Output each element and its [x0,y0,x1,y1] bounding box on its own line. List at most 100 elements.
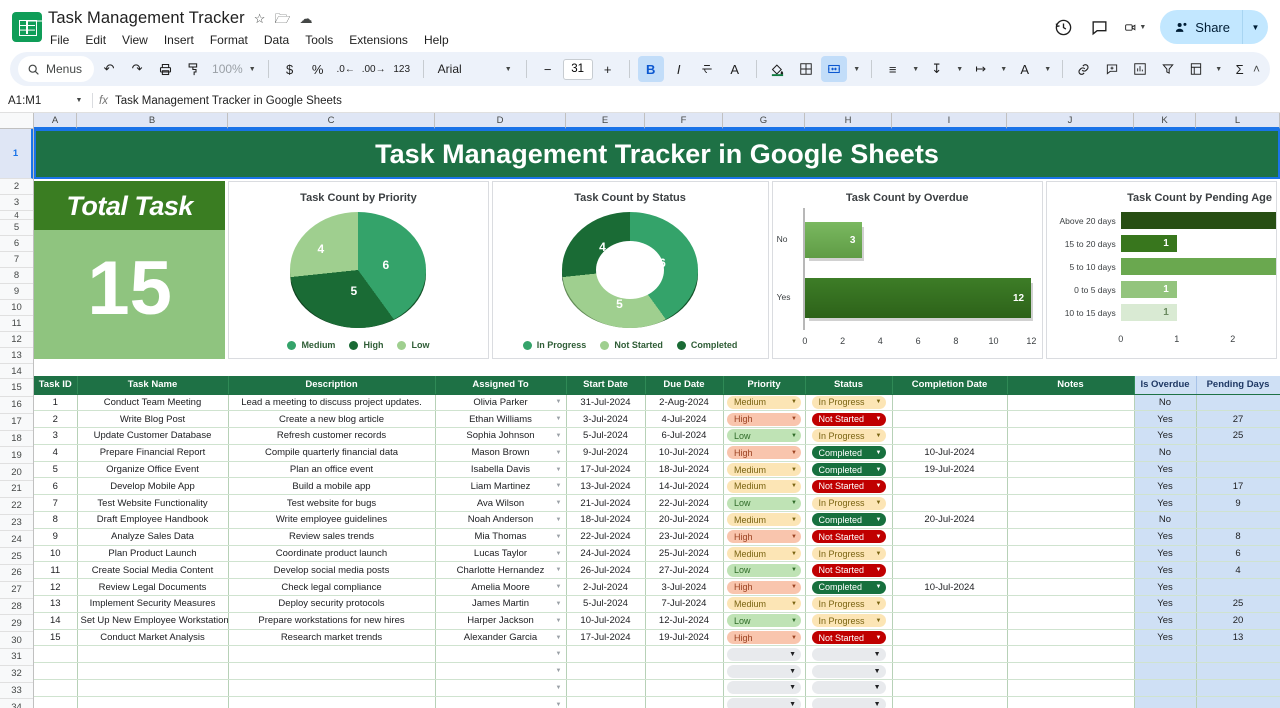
cell-status[interactable]: Not Started ▼ [805,477,893,496]
chevron-down-icon[interactable]: ▼ [789,651,796,658]
cell-description[interactable] [228,679,436,697]
cell-is-overdue[interactable]: Yes [1134,528,1197,546]
cell-due-date[interactable] [645,645,724,664]
chevron-down-icon[interactable]: ▼ [876,500,882,506]
status-chip[interactable]: ▼ [811,681,886,695]
col-pending-days[interactable]: Pending Days [1196,376,1280,395]
priority-chip[interactable]: Low ▼ [727,429,801,443]
cell-pending-days[interactable] [1196,645,1280,664]
chevron-down-icon[interactable]: ▼ [556,668,562,674]
legend-item-not-started[interactable]: Not Started [600,340,663,350]
chevron-down-icon[interactable]: ▼ [876,416,882,422]
row-header-34[interactable]: 34 [0,699,33,708]
cell-notes[interactable] [1007,444,1135,462]
horizontal-align-icon[interactable]: ≡ [880,56,906,82]
chevron-down-icon[interactable]: ▼ [556,433,562,439]
row-header-2[interactable]: 2 [0,179,33,195]
status-chip[interactable]: In Progress ▼ [811,496,886,510]
cell-status[interactable]: In Progress ▼ [805,545,893,563]
cell-task-name[interactable] [77,645,229,664]
chevron-down-icon[interactable]: ▼ [791,635,797,641]
row-header-6[interactable]: 6 [0,236,33,252]
cell-start-date[interactable]: 3-Jul-2024 [566,410,646,429]
chevron-down-icon[interactable]: ▼ [791,500,797,506]
cell-is-overdue[interactable]: Yes [1134,410,1197,429]
col-completion-date[interactable]: Completion Date [892,376,1008,395]
cell-notes[interactable] [1007,427,1135,445]
cell-task-name[interactable]: Conduct Market Analysis [77,629,229,647]
chevron-down-icon[interactable]: ▼ [791,416,797,422]
cell-is-overdue[interactable] [1134,696,1197,708]
cell-pending-days[interactable]: 9 [1196,494,1280,513]
chevron-down-icon[interactable]: ▼ [791,567,797,573]
cell-completion-date[interactable] [892,696,1008,708]
legend-item-low[interactable]: Low [397,340,429,350]
functions-caret-icon[interactable]: ▼ [1211,56,1225,82]
cell-assigned-to[interactable]: Amelia Moore ▼ [435,578,567,597]
cell-task-name[interactable]: Implement Security Measures [77,595,229,613]
cell-description[interactable]: Check legal compliance [228,578,436,597]
menu-item-format[interactable]: Format [208,31,250,49]
status-chip[interactable]: Not Started ▼ [811,530,886,544]
cell-description[interactable] [228,696,436,708]
priority-chip[interactable]: High ▼ [727,412,801,426]
cell-assigned-to[interactable]: Ava Wilson ▼ [435,494,567,513]
print-icon[interactable] [152,56,178,82]
row-header-30[interactable]: 30 [0,632,33,649]
cell-completion-date[interactable] [892,645,1008,664]
cell-description[interactable]: Lead a meeting to discuss project update… [228,394,436,412]
chevron-down-icon[interactable]: ▼ [876,433,882,439]
increase-decimal-icon[interactable]: .00→ [361,56,387,82]
cell-notes[interactable] [1007,578,1135,597]
cell-priority[interactable]: High ▼ [723,629,806,647]
cell-status[interactable]: Completed ▼ [805,461,893,479]
italic-icon[interactable]: I [666,56,692,82]
cell-task-name[interactable]: Create Social Media Content [77,561,229,580]
cell-priority[interactable]: Medium ▼ [723,511,806,529]
chevron-down-icon[interactable]: ▼ [791,551,797,557]
row-header-20[interactable]: 20 [0,464,33,481]
cell-task-name[interactable] [77,696,229,708]
row-header-26[interactable]: 26 [0,564,33,582]
percent-icon[interactable]: % [305,56,331,82]
undo-icon[interactable]: ↶ [96,56,122,82]
menu-item-view[interactable]: View [120,31,150,49]
cell-completion-date[interactable] [892,679,1008,697]
cell-start-date[interactable]: 22-Jul-2024 [566,528,646,546]
cell-task-id[interactable]: 4 [34,444,78,462]
cell-description[interactable]: Review sales trends [228,528,436,546]
halign-caret-icon[interactable]: ▼ [908,56,922,82]
cell-notes[interactable] [1007,477,1135,496]
cell-completion-date[interactable] [892,662,1008,681]
cell-completion-date[interactable]: 10-Jul-2024 [892,578,1008,597]
cell-task-id[interactable]: 9 [34,528,78,546]
cell-due-date[interactable]: 14-Jul-2024 [645,477,724,496]
chevron-down-icon[interactable]: ▼ [791,517,797,523]
cell-description[interactable] [228,662,436,681]
cell-is-overdue[interactable]: Yes [1134,612,1197,630]
sum-icon[interactable]: Σ [1227,56,1253,82]
cell-priority[interactable]: Medium ▼ [723,394,806,412]
chevron-down-icon[interactable]: ▼ [556,483,562,489]
priority-chip[interactable]: ▼ [727,664,801,678]
row-header-15[interactable]: 15 [0,379,33,397]
menu-item-insert[interactable]: Insert [162,31,196,49]
column-header-j[interactable]: J [1007,113,1134,129]
priority-chip[interactable]: ▼ [727,681,801,695]
row-header-18[interactable]: 18 [0,430,33,448]
status-chip[interactable]: In Progress ▼ [811,429,886,443]
cell-priority[interactable]: ▼ [723,696,806,708]
cell-completion-date[interactable] [892,410,1008,429]
formula-input[interactable]: Task Management Tracker in Google Sheets [115,95,342,107]
cell-notes[interactable] [1007,662,1135,681]
status-chip[interactable]: ▼ [811,647,886,661]
priority-chip[interactable]: High ▼ [727,631,801,645]
row-header-5[interactable]: 5 [0,220,33,236]
font-size-input[interactable]: 31 [562,58,593,80]
cell-pending-days[interactable]: 8 [1196,528,1280,546]
cell-pending-days[interactable] [1196,461,1280,479]
share-button[interactable]: Share [1160,10,1242,44]
row-header-29[interactable]: 29 [0,615,33,633]
cell-completion-date[interactable] [892,561,1008,580]
cell-pending-days[interactable]: 25 [1196,595,1280,613]
